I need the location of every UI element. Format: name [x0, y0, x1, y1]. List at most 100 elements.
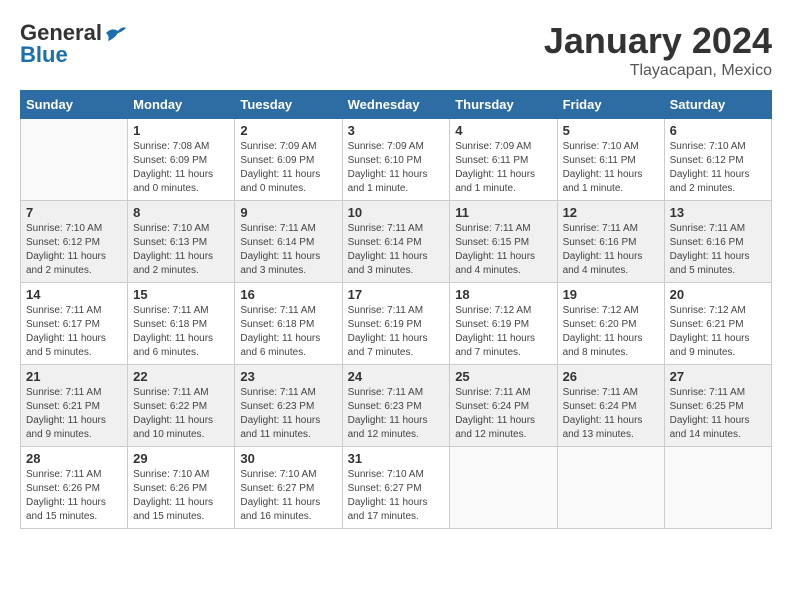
day-info: Sunrise: 7:11 AM Sunset: 6:24 PM Dayligh…	[455, 386, 551, 442]
weekday-header-row: SundayMondayTuesdayWednesdayThursdayFrid…	[21, 91, 772, 119]
calendar-week-row: 1 Sunrise: 7:08 AM Sunset: 6:09 PM Daylig…	[21, 119, 772, 201]
calendar-cell: 6 Sunrise: 7:10 AM Sunset: 6:12 PM Daylig…	[664, 119, 771, 201]
month-title: January 2024	[544, 20, 772, 62]
calendar-cell: 26Sunrise: 7:11 AM Sunset: 6:24 PM Dayli…	[557, 365, 664, 447]
day-info: Sunrise: 7:09 AM Sunset: 6:10 PM Dayligh…	[348, 140, 445, 196]
calendar-cell	[664, 447, 771, 529]
day-number: 6	[670, 123, 766, 138]
day-number: 17	[348, 287, 445, 302]
day-number: 10	[348, 205, 445, 220]
day-number: 31	[348, 451, 445, 466]
day-info: Sunrise: 7:10 AM Sunset: 6:11 PM Dayligh…	[563, 140, 659, 196]
day-number: 9	[240, 205, 336, 220]
calendar-cell: 14 Sunrise: 7:11 AM Sunset: 6:17 PM Dayli…	[21, 283, 128, 365]
day-info: Sunrise: 7:11 AM Sunset: 6:17 PM Dayligh…	[26, 304, 122, 360]
logo-blue-text: Blue	[20, 42, 68, 68]
logo-bird-icon	[104, 25, 126, 43]
day-number: 20	[670, 287, 766, 302]
calendar-cell: 4Sunrise: 7:09 AM Sunset: 6:11 PM Daylig…	[450, 119, 557, 201]
day-number: 3	[348, 123, 445, 138]
day-number: 5	[563, 123, 659, 138]
title-area: January 2024 Tlayacapan, Mexico	[544, 20, 772, 80]
day-number: 28	[26, 451, 122, 466]
day-info: Sunrise: 7:11 AM Sunset: 6:23 PM Dayligh…	[348, 386, 445, 442]
day-info: Sunrise: 7:08 AM Sunset: 6:09 PM Dayligh…	[133, 140, 229, 196]
weekday-header-monday: Monday	[128, 91, 235, 119]
calendar-cell: 1 Sunrise: 7:08 AM Sunset: 6:09 PM Daylig…	[128, 119, 235, 201]
day-info: Sunrise: 7:11 AM Sunset: 6:21 PM Dayligh…	[26, 386, 122, 442]
day-number: 24	[348, 369, 445, 384]
day-number: 8	[133, 205, 229, 220]
day-number: 26	[563, 369, 659, 384]
calendar-cell: 9 Sunrise: 7:11 AM Sunset: 6:14 PM Daylig…	[235, 201, 342, 283]
day-number: 13	[670, 205, 766, 220]
weekday-header-friday: Friday	[557, 91, 664, 119]
day-number: 29	[133, 451, 229, 466]
day-info: Sunrise: 7:11 AM Sunset: 6:25 PM Dayligh…	[670, 386, 766, 442]
day-number: 30	[240, 451, 336, 466]
day-number: 27	[670, 369, 766, 384]
calendar-cell: 7 Sunrise: 7:10 AM Sunset: 6:12 PM Daylig…	[21, 201, 128, 283]
calendar-cell: 27 Sunrise: 7:11 AM Sunset: 6:25 PM Dayli…	[664, 365, 771, 447]
calendar-cell: 31 Sunrise: 7:10 AM Sunset: 6:27 PM Dayli…	[342, 447, 450, 529]
day-info: Sunrise: 7:12 AM Sunset: 6:21 PM Dayligh…	[670, 304, 766, 360]
calendar-cell: 17 Sunrise: 7:11 AM Sunset: 6:19 PM Dayli…	[342, 283, 450, 365]
day-number: 2	[240, 123, 336, 138]
day-info: Sunrise: 7:10 AM Sunset: 6:27 PM Dayligh…	[240, 468, 336, 524]
day-info: Sunrise: 7:10 AM Sunset: 6:26 PM Dayligh…	[133, 468, 229, 524]
calendar-cell	[557, 447, 664, 529]
day-info: Sunrise: 7:10 AM Sunset: 6:13 PM Dayligh…	[133, 222, 229, 278]
calendar-cell: 13 Sunrise: 7:11 AM Sunset: 6:16 PM Dayli…	[664, 201, 771, 283]
calendar-cell: 20 Sunrise: 7:12 AM Sunset: 6:21 PM Dayli…	[664, 283, 771, 365]
calendar-cell: 23Sunrise: 7:11 AM Sunset: 6:23 PM Dayli…	[235, 365, 342, 447]
logo: General Blue	[20, 20, 126, 68]
weekday-header-wednesday: Wednesday	[342, 91, 450, 119]
day-info: Sunrise: 7:11 AM Sunset: 6:15 PM Dayligh…	[455, 222, 551, 278]
day-info: Sunrise: 7:10 AM Sunset: 6:27 PM Dayligh…	[348, 468, 445, 524]
location-title: Tlayacapan, Mexico	[544, 62, 772, 80]
day-info: Sunrise: 7:11 AM Sunset: 6:19 PM Dayligh…	[348, 304, 445, 360]
calendar-cell: 29 Sunrise: 7:10 AM Sunset: 6:26 PM Dayli…	[128, 447, 235, 529]
day-number: 1	[133, 123, 229, 138]
day-number: 21	[26, 369, 122, 384]
calendar-cell: 25 Sunrise: 7:11 AM Sunset: 6:24 PM Dayli…	[450, 365, 557, 447]
calendar-cell: 24 Sunrise: 7:11 AM Sunset: 6:23 PM Dayli…	[342, 365, 450, 447]
calendar-week-row: 28Sunrise: 7:11 AM Sunset: 6:26 PM Dayli…	[21, 447, 772, 529]
calendar-cell: 8 Sunrise: 7:10 AM Sunset: 6:13 PM Daylig…	[128, 201, 235, 283]
calendar-cell: 11 Sunrise: 7:11 AM Sunset: 6:15 PM Dayli…	[450, 201, 557, 283]
day-info: Sunrise: 7:12 AM Sunset: 6:20 PM Dayligh…	[563, 304, 659, 360]
day-info: Sunrise: 7:10 AM Sunset: 6:12 PM Dayligh…	[670, 140, 766, 196]
weekday-header-sunday: Sunday	[21, 91, 128, 119]
day-number: 22	[133, 369, 229, 384]
day-info: Sunrise: 7:11 AM Sunset: 6:18 PM Dayligh…	[133, 304, 229, 360]
day-number: 11	[455, 205, 551, 220]
day-number: 19	[563, 287, 659, 302]
calendar-cell: 15Sunrise: 7:11 AM Sunset: 6:18 PM Dayli…	[128, 283, 235, 365]
calendar-cell: 30 Sunrise: 7:10 AM Sunset: 6:27 PM Dayli…	[235, 447, 342, 529]
day-info: Sunrise: 7:09 AM Sunset: 6:11 PM Dayligh…	[455, 140, 551, 196]
day-info: Sunrise: 7:11 AM Sunset: 6:14 PM Dayligh…	[348, 222, 445, 278]
weekday-header-thursday: Thursday	[450, 91, 557, 119]
calendar-week-row: 7 Sunrise: 7:10 AM Sunset: 6:12 PM Daylig…	[21, 201, 772, 283]
day-info: Sunrise: 7:11 AM Sunset: 6:16 PM Dayligh…	[670, 222, 766, 278]
day-number: 18	[455, 287, 551, 302]
day-number: 7	[26, 205, 122, 220]
calendar-cell: 22Sunrise: 7:11 AM Sunset: 6:22 PM Dayli…	[128, 365, 235, 447]
day-info: Sunrise: 7:11 AM Sunset: 6:14 PM Dayligh…	[240, 222, 336, 278]
day-number: 25	[455, 369, 551, 384]
calendar-cell: 10 Sunrise: 7:11 AM Sunset: 6:14 PM Dayli…	[342, 201, 450, 283]
day-number: 16	[240, 287, 336, 302]
calendar-cell: 3 Sunrise: 7:09 AM Sunset: 6:10 PM Daylig…	[342, 119, 450, 201]
weekday-header-saturday: Saturday	[664, 91, 771, 119]
calendar-cell	[21, 119, 128, 201]
calendar-cell: 21 Sunrise: 7:11 AM Sunset: 6:21 PM Dayli…	[21, 365, 128, 447]
calendar-cell: 5 Sunrise: 7:10 AM Sunset: 6:11 PM Daylig…	[557, 119, 664, 201]
calendar-week-row: 21 Sunrise: 7:11 AM Sunset: 6:21 PM Dayli…	[21, 365, 772, 447]
calendar-week-row: 14 Sunrise: 7:11 AM Sunset: 6:17 PM Dayli…	[21, 283, 772, 365]
day-number: 14	[26, 287, 122, 302]
day-info: Sunrise: 7:09 AM Sunset: 6:09 PM Dayligh…	[240, 140, 336, 196]
page-header: General Blue January 2024 Tlayacapan, Me…	[20, 20, 772, 80]
calendar-cell: 2 Sunrise: 7:09 AM Sunset: 6:09 PM Daylig…	[235, 119, 342, 201]
calendar-cell: 28Sunrise: 7:11 AM Sunset: 6:26 PM Dayli…	[21, 447, 128, 529]
day-info: Sunrise: 7:10 AM Sunset: 6:12 PM Dayligh…	[26, 222, 122, 278]
